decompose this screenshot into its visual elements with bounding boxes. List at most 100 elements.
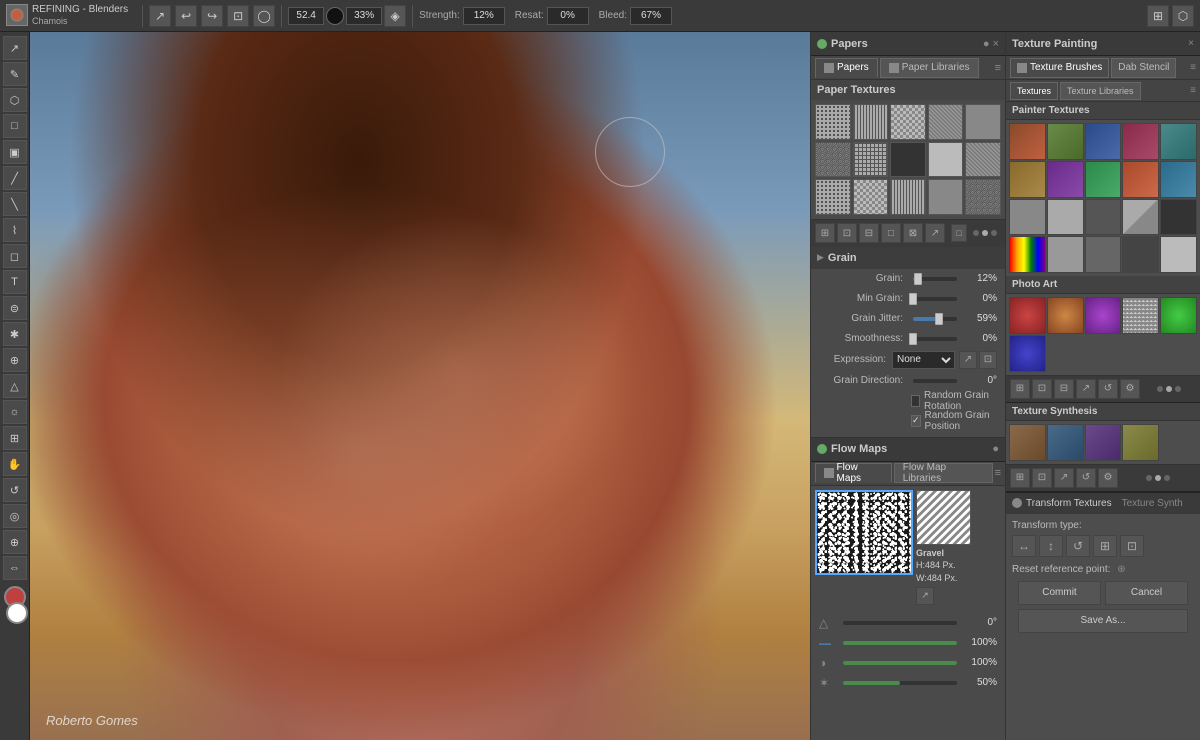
transform-icon-1[interactable]: ↔ bbox=[1012, 535, 1036, 557]
tool-icon-1[interactable]: ↗ bbox=[149, 5, 171, 27]
ts-4[interactable] bbox=[1122, 424, 1159, 461]
pt-12[interactable] bbox=[1047, 199, 1084, 236]
texture-thumb-3[interactable] bbox=[928, 104, 964, 140]
papers-tool-4[interactable]: □ bbox=[881, 223, 901, 243]
pa-3[interactable] bbox=[1085, 297, 1122, 334]
tool-icon-2[interactable]: ↩ bbox=[175, 5, 197, 27]
texture-thumb-11[interactable] bbox=[853, 179, 889, 215]
flow-angle-track[interactable] bbox=[843, 621, 957, 625]
tp-tool-6[interactable]: ⚙ bbox=[1120, 379, 1140, 399]
pa-6[interactable] bbox=[1009, 335, 1046, 372]
transform-icon-2[interactable]: ↕ bbox=[1039, 535, 1063, 557]
grain-jitter-track[interactable] bbox=[913, 317, 957, 321]
tp-tool-3[interactable]: ⊟ bbox=[1054, 379, 1074, 399]
tp-menu-btn[interactable]: ≡ bbox=[1190, 62, 1196, 73]
transform-icon-3[interactable]: ↺ bbox=[1066, 535, 1090, 557]
brush-color-swatch[interactable] bbox=[326, 7, 344, 25]
papers-tool-6[interactable]: ↗ bbox=[925, 223, 945, 243]
min-grain-thumb[interactable] bbox=[909, 293, 917, 305]
papers-menu-btn[interactable]: ≡ bbox=[995, 62, 1001, 74]
texture-thumb-9[interactable] bbox=[965, 142, 1001, 178]
cancel-button[interactable]: Cancel bbox=[1105, 581, 1188, 605]
save-as-button[interactable]: Save As... bbox=[1018, 609, 1188, 633]
flow-brightness-track[interactable] bbox=[843, 681, 957, 685]
tp-tool-2[interactable]: ⊡ bbox=[1032, 379, 1052, 399]
flow-thumb-2[interactable] bbox=[916, 490, 971, 545]
tool-arrow[interactable]: ↗ bbox=[3, 36, 27, 60]
ts-2[interactable] bbox=[1047, 424, 1084, 461]
tab-texture-brushes[interactable]: Texture Brushes bbox=[1010, 58, 1109, 78]
tool-zoom[interactable]: ⊞ bbox=[3, 426, 27, 450]
ts-1[interactable] bbox=[1009, 424, 1046, 461]
tool-smudge[interactable]: △ bbox=[3, 374, 27, 398]
tool-rotate[interactable]: ↺ bbox=[3, 478, 27, 502]
commit-button[interactable]: Commit bbox=[1018, 581, 1101, 605]
texture-thumb-7[interactable] bbox=[890, 142, 926, 178]
flow-thumb-action[interactable]: ↗ bbox=[916, 587, 934, 605]
pt-7[interactable] bbox=[1047, 161, 1084, 198]
pt-20[interactable] bbox=[1160, 236, 1197, 273]
pt-13[interactable] bbox=[1085, 199, 1122, 236]
cb-rotation-label[interactable]: Random Grain Rotation bbox=[924, 390, 997, 412]
tp-tool2-2[interactable]: ⊡ bbox=[1032, 468, 1052, 488]
flow-contrast-track[interactable] bbox=[843, 661, 957, 665]
color-swatch-secondary[interactable] bbox=[6, 602, 28, 624]
tool-pen[interactable]: ✎ bbox=[3, 62, 27, 86]
papers-tool-5[interactable]: ⊠ bbox=[903, 223, 923, 243]
papers-tool-2[interactable]: ⊡ bbox=[837, 223, 857, 243]
pt-10[interactable] bbox=[1160, 161, 1197, 198]
texture-thumb-8[interactable] bbox=[928, 142, 964, 178]
tp-tool2-3[interactable]: ↗ bbox=[1054, 468, 1074, 488]
cb-position[interactable]: ✓ bbox=[911, 415, 921, 427]
reset-crosshair-icon[interactable]: ⊕ bbox=[1114, 563, 1128, 577]
tp-close[interactable]: × bbox=[1188, 38, 1194, 49]
tool-rect[interactable]: □ bbox=[3, 114, 27, 138]
tab-papers[interactable]: Papers bbox=[815, 58, 878, 78]
pt-6[interactable] bbox=[1009, 161, 1046, 198]
tp-sub-menu[interactable]: ≡ bbox=[1190, 85, 1196, 96]
bleed-input[interactable]: 67% bbox=[630, 7, 672, 25]
texture-thumb-2[interactable] bbox=[890, 104, 926, 140]
opacity-input[interactable]: 33% bbox=[346, 7, 382, 25]
tool-brush2[interactable]: ╲ bbox=[3, 192, 27, 216]
texture-thumb-4[interactable] bbox=[965, 104, 1001, 140]
tp-tool-4[interactable]: ↗ bbox=[1076, 379, 1096, 399]
tool-text[interactable]: T bbox=[3, 270, 27, 294]
tool-clone[interactable]: ⊕ bbox=[3, 348, 27, 372]
pt-1[interactable] bbox=[1009, 123, 1046, 160]
tool-brush3[interactable]: ⌇ bbox=[3, 218, 27, 242]
pt-4[interactable] bbox=[1122, 123, 1159, 160]
tool-select[interactable]: ✱ bbox=[3, 322, 27, 346]
tool-magnify[interactable]: ⊕ bbox=[3, 530, 27, 554]
canvas-area[interactable]: Roberto Gomes bbox=[30, 32, 810, 740]
toolbar-icon-r1[interactable]: ⊞ bbox=[1147, 5, 1169, 27]
tab-paper-libraries[interactable]: Paper Libraries bbox=[880, 58, 979, 78]
pt-14[interactable] bbox=[1122, 199, 1159, 236]
flow-thumb-selected[interactable] bbox=[815, 490, 913, 575]
papers-page-btn[interactable]: □ bbox=[951, 224, 967, 242]
texture-thumb-14[interactable] bbox=[965, 179, 1001, 215]
min-grain-track[interactable] bbox=[913, 297, 957, 301]
tool-icon-4[interactable]: ⊡ bbox=[227, 5, 249, 27]
pt-5[interactable] bbox=[1160, 123, 1197, 160]
texture-thumb-5[interactable] bbox=[815, 142, 851, 178]
smoothness-thumb[interactable] bbox=[909, 333, 917, 345]
texture-thumb-13[interactable] bbox=[928, 179, 964, 215]
texture-thumb-12[interactable] bbox=[890, 179, 926, 215]
papers-page-icon[interactable]: □ bbox=[951, 224, 967, 242]
pa-5[interactable] bbox=[1160, 297, 1197, 334]
tool-icon-5[interactable]: ◯ bbox=[253, 5, 275, 27]
pa-2[interactable] bbox=[1047, 297, 1084, 334]
tab-dab-stencil[interactable]: Dab Stencil bbox=[1111, 58, 1176, 78]
cb-rotation[interactable] bbox=[911, 395, 920, 407]
tp-tool-5[interactable]: ↺ bbox=[1098, 379, 1118, 399]
pt-11[interactable] bbox=[1009, 199, 1046, 236]
tab-textures[interactable]: Textures bbox=[1010, 82, 1058, 100]
texture-thumb-10[interactable] bbox=[815, 179, 851, 215]
tp-tool2-5[interactable]: ⚙ bbox=[1098, 468, 1118, 488]
pt-9[interactable] bbox=[1122, 161, 1159, 198]
expr-btn-1[interactable]: ↗ bbox=[959, 351, 977, 369]
texture-thumb-1[interactable] bbox=[853, 104, 889, 140]
flow-menu-btn[interactable]: ≡ bbox=[995, 467, 1001, 479]
texture-thumb-6[interactable] bbox=[853, 142, 889, 178]
